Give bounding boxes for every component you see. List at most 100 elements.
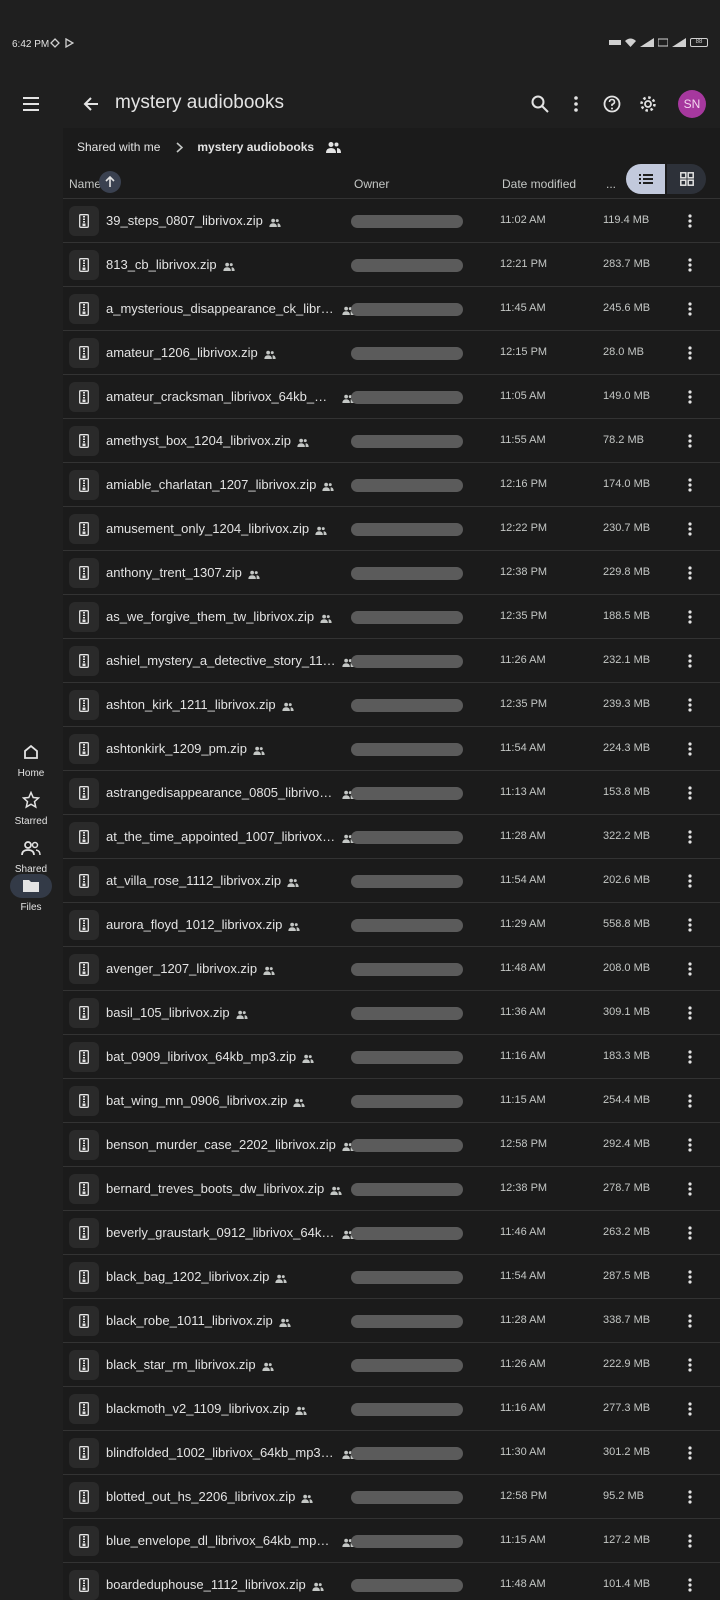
owner-redacted <box>351 391 463 404</box>
file-row[interactable]: at_villa_rose_1112_librivox.zip 11:54 AM 2… <box>63 858 720 902</box>
sort-ascending-arrow-icon[interactable] <box>99 171 121 193</box>
file-row[interactable]: amateur_cracksman_librivox_64kb_mp3.zip 1… <box>63 374 720 418</box>
location-icon <box>50 38 60 48</box>
file-row[interactable]: blindfolded_1002_librivox_64kb_mp3.zip 11… <box>63 1430 720 1474</box>
more-options-icon[interactable] <box>679 210 701 232</box>
file-row[interactable]: blackmoth_v2_1109_librivox.zip 11:16 AM 27… <box>63 1386 720 1430</box>
file-row[interactable]: ashton_kirk_1211_librivox.zip 12:35 PM 239… <box>63 682 720 726</box>
file-row[interactable]: bernard_treves_boots_dw_librivox.zip 12:3… <box>63 1166 720 1210</box>
grid-view-icon[interactable] <box>667 164 706 194</box>
more-options-icon[interactable] <box>679 1574 701 1596</box>
file-row[interactable]: as_we_forgive_them_tw_librivox.zip 12:35 … <box>63 594 720 638</box>
more-options-icon[interactable] <box>679 650 701 672</box>
file-row[interactable]: avenger_1207_librivox.zip 11:48 AM 208.0 M… <box>63 946 720 990</box>
zip-file-icon <box>69 1394 99 1424</box>
file-row[interactable]: blue_envelope_dl_librivox_64kb_mp3.zip 11… <box>63 1518 720 1562</box>
more-options-icon[interactable] <box>679 738 701 760</box>
more-options-icon[interactable] <box>679 1266 701 1288</box>
column-more-header[interactable]: ... <box>606 177 616 191</box>
more-options-icon[interactable] <box>679 342 701 364</box>
more-options-icon[interactable] <box>679 870 701 892</box>
more-options-icon[interactable] <box>679 562 701 584</box>
zip-file-icon <box>69 1438 99 1468</box>
nav-item-shared[interactable]: Shared <box>0 836 62 875</box>
more-options-icon[interactable] <box>679 1090 701 1112</box>
shared-folder-icon[interactable] <box>326 141 342 153</box>
file-row[interactable]: ashtonkirk_1209_pm.zip 11:54 AM 224.3 MB <box>63 726 720 770</box>
file-size: 95.2 MB <box>603 1490 644 1502</box>
file-row[interactable]: 39_steps_0807_librivox.zip 11:02 AM 119.4 … <box>63 198 720 242</box>
file-row[interactable]: aurora_floyd_1012_librivox.zip 11:29 AM 55… <box>63 902 720 946</box>
more-options-icon[interactable] <box>679 1354 701 1376</box>
back-arrow-icon[interactable] <box>75 88 107 120</box>
column-date-header[interactable]: Date modified <box>502 177 576 191</box>
more-options-icon[interactable] <box>679 826 701 848</box>
more-options-icon[interactable] <box>679 1002 701 1024</box>
file-row[interactable]: blotted_out_hs_2206_librivox.zip 12:58 PM… <box>63 1474 720 1518</box>
menu-icon[interactable] <box>16 88 48 120</box>
file-row[interactable]: amusement_only_1204_librivox.zip 12:22 PM… <box>63 506 720 550</box>
zip-file-icon <box>69 646 99 676</box>
file-row[interactable]: ashiel_mystery_a_detective_story_1108_li… <box>63 638 720 682</box>
search-icon[interactable] <box>524 88 556 120</box>
file-row[interactable]: at_the_time_appointed_1007_librivox.zip 1… <box>63 814 720 858</box>
file-row[interactable]: basil_105_librivox.zip 11:36 AM 309.1 MB <box>63 990 720 1034</box>
zip-file-icon <box>69 1130 99 1160</box>
file-size: 239.3 MB <box>603 698 651 710</box>
more-options-icon[interactable] <box>679 386 701 408</box>
file-row[interactable]: black_star_rm_librivox.zip 11:26 AM 222.9 … <box>63 1342 720 1386</box>
more-options-icon[interactable] <box>679 1442 701 1464</box>
file-row[interactable]: black_bag_1202_librivox.zip 11:54 AM 287.5… <box>63 1254 720 1298</box>
file-row[interactable]: amateur_1206_librivox.zip 12:15 PM 28.0 MB <box>63 330 720 374</box>
more-options-icon[interactable] <box>679 606 701 628</box>
more-options-icon[interactable] <box>679 430 701 452</box>
file-row[interactable]: astrangedisappearance_0805_librivox.zip 1… <box>63 770 720 814</box>
more-options-icon[interactable] <box>679 914 701 936</box>
file-row[interactable]: a_mysterious_disappearance_ck_librivox.z… <box>63 286 720 330</box>
overflow-menu-icon[interactable] <box>560 88 592 120</box>
file-date: 11:26 AM <box>500 1358 546 1370</box>
column-owner-header[interactable]: Owner <box>354 177 389 191</box>
more-options-icon[interactable] <box>679 254 701 276</box>
more-options-icon[interactable] <box>679 1134 701 1156</box>
file-row[interactable]: benson_murder_case_2202_librivox.zip 12:5… <box>63 1122 720 1166</box>
shared-icon <box>236 1006 248 1024</box>
more-options-icon[interactable] <box>679 474 701 496</box>
more-options-icon[interactable] <box>679 298 701 320</box>
account-avatar[interactable]: SN <box>678 90 706 118</box>
people-icon <box>10 836 52 860</box>
nav-item-starred[interactable]: Starred <box>0 788 62 827</box>
more-options-icon[interactable] <box>679 1310 701 1332</box>
more-options-icon[interactable] <box>679 782 701 804</box>
file-row[interactable]: boardeduphouse_1112_librivox.zip 11:48 AM… <box>63 1562 720 1600</box>
file-row[interactable]: amiable_charlatan_1207_librivox.zip 12:16… <box>63 462 720 506</box>
more-options-icon[interactable] <box>679 1486 701 1508</box>
file-row[interactable]: black_robe_1011_librivox.zip 11:28 AM 338.… <box>63 1298 720 1342</box>
file-date: 11:05 AM <box>500 390 546 402</box>
more-options-icon[interactable] <box>679 694 701 716</box>
file-row[interactable]: bat_0909_librivox_64kb_mp3.zip 11:16 AM 18… <box>63 1034 720 1078</box>
file-row[interactable]: anthony_trent_1307.zip 12:38 PM 229.8 MB <box>63 550 720 594</box>
more-options-icon[interactable] <box>679 1046 701 1068</box>
column-name-header[interactable]: Name <box>69 177 101 191</box>
list-view-icon[interactable] <box>626 164 665 194</box>
nav-item-files[interactable]: Files <box>0 874 62 913</box>
settings-gear-icon[interactable] <box>632 88 664 120</box>
more-options-icon[interactable] <box>679 1178 701 1200</box>
file-row[interactable]: amethyst_box_1204_librivox.zip 11:55 AM 78… <box>63 418 720 462</box>
help-icon[interactable] <box>596 88 628 120</box>
file-date: 12:58 PM <box>500 1138 548 1150</box>
breadcrumb-parent[interactable]: Shared with me <box>77 140 160 154</box>
more-options-icon[interactable] <box>679 1222 701 1244</box>
more-options-icon[interactable] <box>679 518 701 540</box>
owner-redacted <box>351 1139 463 1152</box>
more-options-icon[interactable] <box>679 958 701 980</box>
nav-item-home[interactable]: Home <box>0 740 62 779</box>
breadcrumb-current[interactable]: mystery audiobooks <box>197 140 314 154</box>
more-options-icon[interactable] <box>679 1530 701 1552</box>
file-row[interactable]: beverly_graustark_0912_librivox_64kb_mp3… <box>63 1210 720 1254</box>
file-row[interactable]: bat_wing_mn_0906_librivox.zip 11:15 AM 254… <box>63 1078 720 1122</box>
file-name: astrangedisappearance_0805_librivox.zip <box>106 785 336 800</box>
file-row[interactable]: 813_cb_librivox.zip 12:21 PM 283.7 MB <box>63 242 720 286</box>
more-options-icon[interactable] <box>679 1398 701 1420</box>
